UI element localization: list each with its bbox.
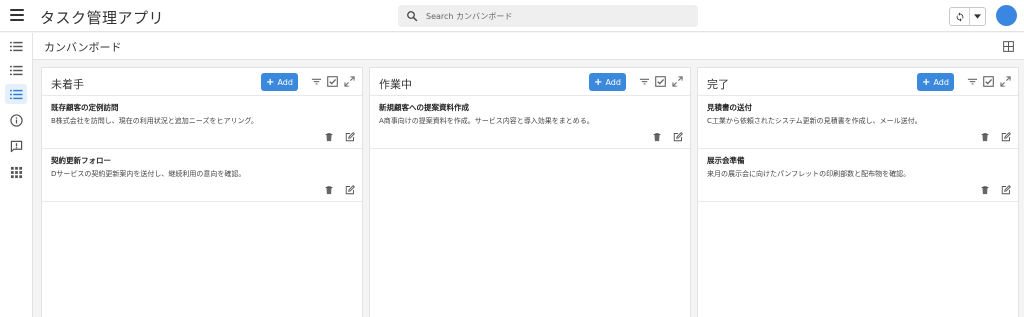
search-icon [407, 11, 418, 22]
column-header: 完了 + Add [698, 68, 1018, 96]
trash-icon[interactable] [652, 132, 662, 142]
list-icon [9, 41, 23, 51]
edit-icon[interactable] [345, 185, 355, 195]
sync-icon [956, 11, 963, 22]
app-title: タスク管理アプリ [40, 9, 165, 27]
sync-button[interactable] [950, 8, 970, 25]
caret-down-icon [974, 14, 981, 19]
filter-icon[interactable] [967, 76, 978, 87]
column-todo: 未着手 + Add 既存顧客の定例訪問 B株式会社を訪問し、現在の利用状況と追加ニ… [41, 67, 363, 317]
card-title: 契約更新フォロー [51, 156, 111, 165]
sidebar-item-list-2[interactable] [5, 60, 27, 80]
trash-icon[interactable] [324, 185, 334, 195]
edit-icon[interactable] [673, 132, 683, 142]
list-icon [9, 89, 23, 99]
checkbox-icon[interactable] [327, 76, 338, 87]
column-header: 未着手 + Add [42, 68, 362, 96]
top-bar: タスク管理アプリ [0, 0, 1024, 32]
filter-icon[interactable] [311, 76, 322, 87]
column-header: 作業中 + Add [370, 68, 690, 96]
edit-icon[interactable] [345, 132, 355, 142]
sync-button-group [949, 7, 986, 26]
column-title: 未着手 [51, 78, 84, 91]
task-card[interactable]: 展示会準備 来月の展示会に向けたパンフレットの印刷部数と配布物を確認。 [698, 149, 1018, 202]
expand-icon[interactable] [1000, 76, 1011, 87]
expand-icon[interactable] [672, 76, 683, 87]
sidebar-item-feedback[interactable] [5, 136, 27, 156]
trash-icon[interactable] [980, 185, 990, 195]
sidebar-item-list-1[interactable] [5, 36, 27, 56]
sidebar-item-info[interactable] [5, 110, 27, 130]
column-in-progress: 作業中 + Add 新規顧客への提案資料作成 A商事向けの提案資料を作成。サービス… [369, 67, 691, 317]
apps-grid-icon [10, 166, 22, 178]
add-label: Add [933, 77, 949, 87]
plus-icon: + [266, 76, 275, 88]
avatar[interactable] [996, 5, 1017, 26]
add-label: Add [605, 77, 621, 87]
page-header: カンバンボード [33, 33, 1024, 60]
add-task-button[interactable]: + Add [261, 73, 298, 91]
search-input[interactable] [426, 11, 676, 21]
card-description: C工業から依頼されたシステム更新の見積書を作成し、メール送付。 [707, 117, 922, 125]
card-title: 見積書の送付 [707, 103, 752, 112]
add-label: Add [277, 77, 293, 87]
app-root: タスク管理アプリ Search カンバンボード カンバンボード 未着手 + Ad… [0, 0, 1024, 317]
card-description: B株式会社を訪問し、現在の利用状況と追加ニーズをヒアリング。 [51, 117, 258, 125]
card-title: 展示会準備 [707, 156, 745, 165]
task-card[interactable]: 見積書の送付 C工業から依頼されたシステム更新の見積書を作成し、メール送付。 [698, 96, 1018, 149]
checkbox-icon[interactable] [983, 76, 994, 87]
card-description: 来月の展示会に向けたパンフレットの印刷部数と配布物を確認。 [707, 170, 911, 178]
task-card[interactable]: 既存顧客の定例訪問 B株式会社を訪問し、現在の利用状況と追加ニーズをヒアリング。 [42, 96, 362, 149]
kanban-board: 未着手 + Add 既存顧客の定例訪問 B株式会社を訪問し、現在の利用状況と追加ニ… [33, 60, 1024, 317]
sidebar [0, 33, 33, 317]
page-title: カンバンボード [44, 41, 122, 54]
sync-dropdown[interactable] [970, 8, 985, 25]
task-card[interactable]: 契約更新フォロー Dサービスの契約更新案内を送付し、継続利用の意向を確認。 [42, 149, 362, 202]
column-done: 完了 + Add 見積書の送付 C工業から依頼されたシステム更新の見積書を作成し、… [697, 67, 1019, 317]
menu-icon[interactable] [10, 9, 24, 21]
task-card[interactable]: 新規顧客への提案資料作成 A商事向けの提案資料を作成。サービス内容と導入効果をま… [370, 96, 690, 149]
info-icon [9, 113, 23, 127]
card-title: 新規顧客への提案資料作成 [379, 103, 469, 112]
column-title: 作業中 [379, 78, 412, 91]
card-title: 既存顧客の定例訪問 [51, 103, 119, 112]
add-task-button[interactable]: + Add [917, 73, 954, 91]
edit-icon[interactable] [1001, 185, 1011, 195]
sidebar-item-list-active[interactable] [5, 84, 27, 104]
layout-grid-icon[interactable] [1003, 41, 1014, 52]
checkbox-icon[interactable] [655, 76, 666, 87]
column-title: 完了 [707, 78, 729, 91]
feedback-icon [10, 140, 22, 152]
list-icon [9, 65, 23, 75]
sidebar-item-apps[interactable] [5, 162, 27, 182]
expand-icon[interactable] [344, 76, 355, 87]
add-task-button[interactable]: + Add [589, 73, 626, 91]
filter-icon[interactable] [639, 76, 650, 87]
trash-icon[interactable] [980, 132, 990, 142]
search-box[interactable] [398, 5, 698, 27]
plus-icon: + [594, 76, 603, 88]
trash-icon[interactable] [324, 132, 334, 142]
card-description: Dサービスの契約更新案内を送付し、継続利用の意向を確認。 [51, 170, 246, 178]
edit-icon[interactable] [1001, 132, 1011, 142]
plus-icon: + [922, 76, 931, 88]
card-description: A商事向けの提案資料を作成。サービス内容と導入効果をまとめる。 [379, 117, 594, 125]
